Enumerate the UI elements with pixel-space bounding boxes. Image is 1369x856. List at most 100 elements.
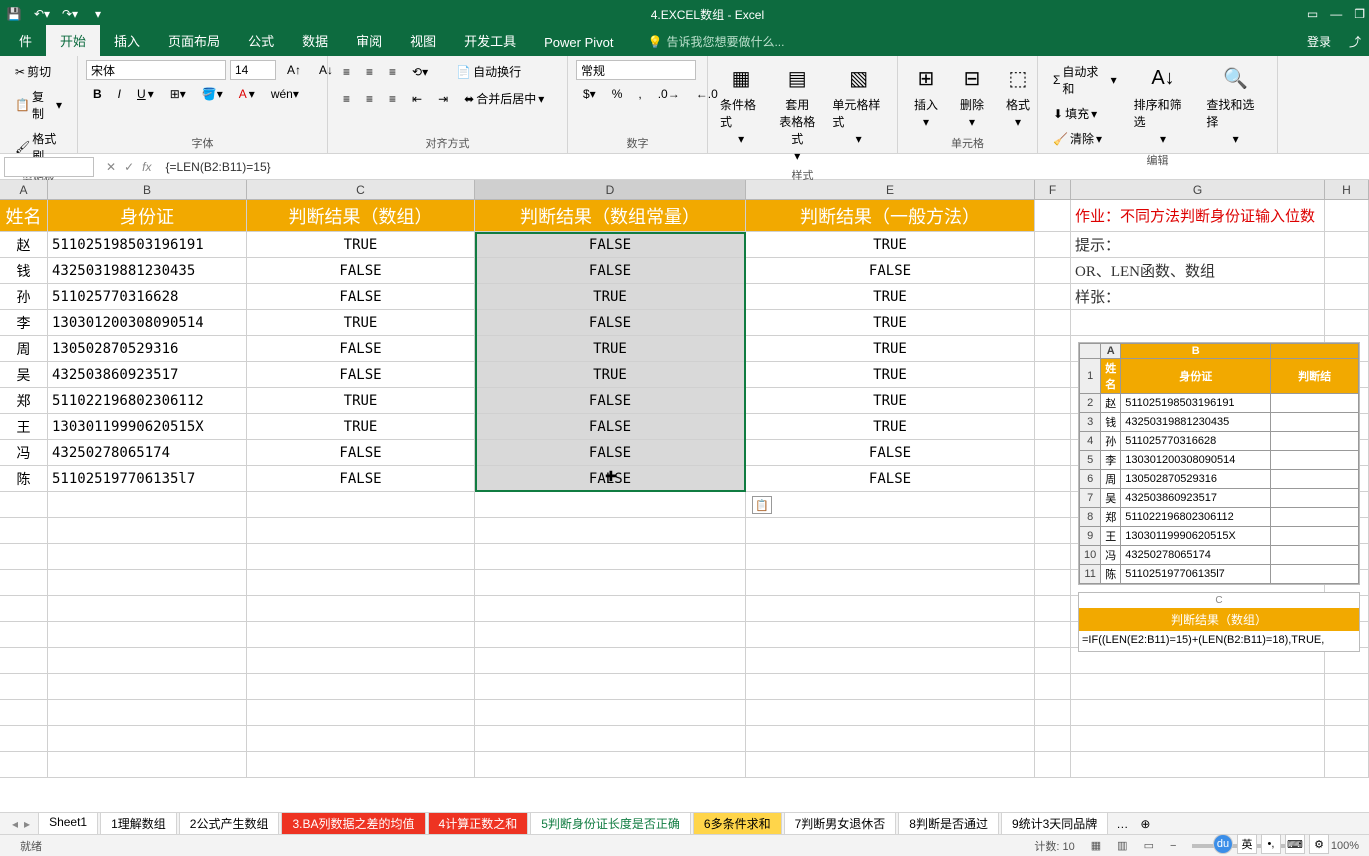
- cell[interactable]: 赵: [0, 232, 48, 257]
- ime-lang-icon[interactable]: 英: [1237, 834, 1257, 854]
- cell[interactable]: [746, 648, 1035, 673]
- cell[interactable]: [1035, 674, 1071, 699]
- align-middle-icon[interactable]: ≡: [359, 60, 380, 83]
- cell[interactable]: [1035, 622, 1071, 647]
- cell[interactable]: [1035, 284, 1071, 309]
- cell[interactable]: [0, 674, 48, 699]
- note-homework[interactable]: 作业：不同方法判断身份证输入位数: [1071, 200, 1325, 231]
- cell[interactable]: 王: [0, 414, 48, 439]
- cell[interactable]: [1035, 596, 1071, 621]
- header-result-const[interactable]: 判断结果（数组常量）: [475, 200, 746, 231]
- cell[interactable]: [475, 518, 746, 543]
- cell[interactable]: 冯: [0, 440, 48, 465]
- cell[interactable]: 样张：: [1071, 284, 1325, 309]
- cell[interactable]: [1035, 310, 1071, 335]
- cell[interactable]: 511022196802306112: [48, 388, 247, 413]
- cell[interactable]: [247, 752, 475, 777]
- cell[interactable]: [247, 544, 475, 569]
- font-color-button[interactable]: A▾: [232, 84, 262, 104]
- new-sheet-icon[interactable]: ⊕: [1134, 817, 1156, 831]
- cell[interactable]: [746, 622, 1035, 647]
- cell[interactable]: TRUE: [746, 232, 1035, 257]
- cell[interactable]: [0, 726, 48, 751]
- view-pagebreak-icon[interactable]: ▭: [1144, 839, 1154, 852]
- qat-customize-icon[interactable]: ▾: [88, 7, 108, 21]
- cell[interactable]: 511025770316628: [48, 284, 247, 309]
- format-cells-button[interactable]: ⬚格式▾: [998, 60, 1038, 131]
- tab-file[interactable]: 件: [5, 25, 46, 56]
- cell[interactable]: [48, 674, 247, 699]
- tab-formulas[interactable]: 公式: [234, 25, 288, 56]
- ime-keyboard-icon[interactable]: ⌨: [1285, 834, 1305, 854]
- cell[interactable]: [1035, 362, 1071, 387]
- cell[interactable]: [48, 752, 247, 777]
- cell[interactable]: [475, 544, 746, 569]
- tab-home[interactable]: 开始: [46, 25, 100, 56]
- cell[interactable]: FALSE: [746, 258, 1035, 283]
- underline-button[interactable]: U▾: [130, 84, 161, 104]
- confirm-formula-icon[interactable]: ✓: [124, 160, 134, 174]
- restore-icon[interactable]: ❐: [1354, 7, 1365, 21]
- cell[interactable]: 43250319881230435: [48, 258, 247, 283]
- cell[interactable]: 吴: [0, 362, 48, 387]
- cell[interactable]: [0, 492, 48, 517]
- cell[interactable]: [48, 622, 247, 647]
- cell[interactable]: [1035, 232, 1071, 257]
- sort-filter-button[interactable]: A↓排序和筛选▾: [1130, 60, 1197, 148]
- col-header-c[interactable]: C: [247, 180, 475, 199]
- cell[interactable]: FALSE: [247, 284, 475, 309]
- orientation-icon[interactable]: ⟲▾: [405, 60, 435, 83]
- cell[interactable]: [746, 726, 1035, 751]
- signin-button[interactable]: 登录: [1297, 27, 1341, 56]
- cell[interactable]: TRUE: [746, 336, 1035, 361]
- cell[interactable]: [0, 570, 48, 595]
- cell[interactable]: 130502870529316: [48, 336, 247, 361]
- wrap-text-button[interactable]: 📄 自动换行: [449, 60, 528, 83]
- cell[interactable]: [1035, 570, 1071, 595]
- clear-button[interactable]: 🧹 清除 ▾: [1046, 127, 1124, 150]
- cell[interactable]: 511025198503196191: [48, 232, 247, 257]
- cell[interactable]: [0, 622, 48, 647]
- zoom-out-icon[interactable]: −: [1170, 840, 1176, 852]
- cell[interactable]: [475, 674, 746, 699]
- cell[interactable]: [475, 648, 746, 673]
- indent-inc-icon[interactable]: ⇥: [431, 87, 455, 110]
- sheet-tab[interactable]: 2公式产生数组: [179, 812, 280, 836]
- save-icon[interactable]: 💾: [4, 7, 24, 21]
- cell[interactable]: [247, 596, 475, 621]
- cell[interactable]: [1035, 336, 1071, 361]
- cancel-formula-icon[interactable]: ✕: [106, 160, 116, 174]
- cell[interactable]: [48, 700, 247, 725]
- tell-me[interactable]: 💡 告诉我您想要做什么...: [638, 27, 795, 56]
- cell[interactable]: FALSE: [475, 440, 746, 465]
- bold-button[interactable]: B: [86, 84, 109, 104]
- header-result-normal[interactable]: 判断结果（一般方法）: [746, 200, 1035, 231]
- cell[interactable]: OR、LEN函数、数组: [1071, 258, 1325, 283]
- sheet-tab[interactable]: 7判断男女退休否: [784, 812, 897, 836]
- cell[interactable]: [1325, 232, 1369, 257]
- cell[interactable]: [0, 648, 48, 673]
- cell[interactable]: [1325, 258, 1369, 283]
- cell[interactable]: 郑: [0, 388, 48, 413]
- cell-style-button[interactable]: ▧单元格样式▾: [828, 60, 889, 148]
- cell[interactable]: [247, 674, 475, 699]
- number-format-select[interactable]: [576, 60, 696, 80]
- cell[interactable]: [1035, 414, 1071, 439]
- more-tabs-icon[interactable]: …: [1110, 817, 1134, 831]
- cell[interactable]: [1325, 310, 1369, 335]
- cell[interactable]: TRUE: [746, 310, 1035, 335]
- copy-button[interactable]: 📋 复制 ▾: [8, 85, 69, 125]
- cell[interactable]: TRUE: [746, 388, 1035, 413]
- fill-button[interactable]: ⬇ 填充 ▾: [1046, 102, 1124, 125]
- sheet-tab[interactable]: 4计算正数之和: [428, 812, 529, 836]
- indent-dec-icon[interactable]: ⇤: [405, 87, 429, 110]
- minimize-icon[interactable]: —: [1330, 7, 1342, 21]
- share-icon[interactable]: ⤴: [1341, 27, 1369, 56]
- cell[interactable]: TRUE: [247, 310, 475, 335]
- cell[interactable]: 提示：: [1071, 232, 1325, 257]
- cell[interactable]: FALSE: [475, 414, 746, 439]
- sheet-tab[interactable]: 9统计3天同品牌: [1001, 812, 1108, 836]
- cell[interactable]: [1325, 700, 1369, 725]
- autosum-button[interactable]: Σ 自动求和 ▾: [1046, 60, 1124, 100]
- col-header-d[interactable]: D: [475, 180, 746, 199]
